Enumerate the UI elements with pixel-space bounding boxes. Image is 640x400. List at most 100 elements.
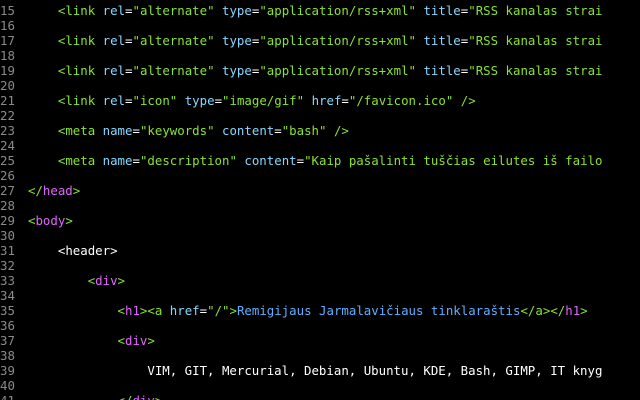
line-number: 36 [0, 318, 28, 333]
code-line[interactable]: 27 </head> [0, 183, 640, 198]
code-token-punct: = [132, 153, 140, 168]
code-text: <div> [28, 273, 125, 288]
code-text: <body> [28, 213, 73, 228]
code-token-attr: name [102, 123, 133, 138]
line-number: 18 [0, 48, 28, 63]
code-line[interactable]: 26 [0, 168, 640, 183]
code-text: </head> [28, 183, 80, 198]
code-token-string: "alternate" [132, 63, 215, 78]
code-token-string: "application/rss+xml" [259, 33, 416, 48]
code-token-link: Remigijaus Jarmalavičiaus tinklaraštis [236, 303, 521, 318]
code-line[interactable]: 20 [0, 78, 640, 93]
code-token-attr: type [222, 3, 252, 18]
line-number: 41 [0, 393, 28, 400]
line-number: 23 [0, 123, 28, 138]
code-token-tag: link [65, 3, 96, 18]
code-line[interactable]: 32 [0, 258, 640, 273]
code-line[interactable]: 31 <header> [0, 243, 640, 258]
code-line[interactable]: 15 <link rel="alternate" type="applicati… [0, 3, 640, 18]
code-text: <h1><a href="/">Remigijaus Jarmalavičiau… [28, 303, 588, 318]
line-number: 16 [0, 18, 28, 33]
code-token-tag: /> [333, 123, 349, 138]
code-line[interactable]: 29 <body> [0, 213, 640, 228]
code-line[interactable]: 21 <link rel="icon" type="image/gif" hre… [0, 93, 640, 108]
code-token-attr: rel [102, 93, 126, 108]
code-line[interactable]: 34 [0, 288, 640, 303]
code-token-attr: href [169, 303, 200, 318]
code-token-punct: = [199, 303, 208, 318]
code-token-punct: = [296, 153, 305, 168]
line-number: 30 [0, 228, 28, 243]
line-number: 35 [0, 303, 28, 318]
code-token-text: header [65, 243, 111, 258]
line-number: 26 [0, 168, 28, 183]
line-number: 33 [0, 273, 28, 288]
code-token-tag: link [65, 93, 96, 108]
code-token-string: "alternate" [132, 33, 215, 48]
code-line[interactable]: 28 [0, 198, 640, 213]
code-line[interactable]: 36 [0, 318, 640, 333]
code-token-tag: </ [520, 303, 536, 318]
line-number: 39 [0, 363, 28, 378]
code-line[interactable]: 24 [0, 138, 640, 153]
code-line[interactable]: 19 <link rel="alternate" type="applicati… [0, 63, 640, 78]
code-token-tag: > [147, 333, 155, 348]
code-token-tag: < [117, 333, 125, 348]
code-token-string: "application/rss+xml" [259, 3, 416, 18]
code-token-attr: content [244, 153, 297, 168]
code-token-string: "keywords" [139, 123, 215, 138]
code-token-string: "RSS kanalas strai [468, 63, 603, 78]
line-number: 27 [0, 183, 28, 198]
code-line[interactable]: 33 <div> [0, 273, 640, 288]
code-line[interactable]: 23 <meta name="keywords" content="bash" … [0, 123, 640, 138]
code-token-attr: name [102, 153, 133, 168]
line-number: 21 [0, 93, 28, 108]
code-line[interactable]: 30 [0, 228, 640, 243]
code-text: </div> [28, 393, 163, 400]
code-token-attr: rel [102, 33, 126, 48]
code-token-tag: meta [65, 153, 96, 168]
line-number: 31 [0, 243, 28, 258]
code-token-tag: a [535, 303, 543, 318]
code-token-tag: </ [28, 183, 43, 198]
code-line[interactable]: 35 <h1><a href="/">Remigijaus Jarmalavič… [0, 303, 640, 318]
code-line[interactable]: 16 [0, 18, 640, 33]
code-line[interactable]: 38 [0, 348, 640, 363]
code-token-text: VIM, GIT, Mercurial, Debian, Ubuntu, KDE… [147, 363, 603, 378]
code-token-tag: > [155, 393, 162, 400]
line-number: 34 [0, 288, 28, 303]
code-token-attr: title [423, 3, 461, 18]
code-line[interactable]: 40 [0, 378, 640, 393]
code-line[interactable]: 18 [0, 48, 640, 63]
code-line[interactable]: 22 [0, 108, 640, 123]
code-token-text: > [110, 243, 118, 258]
code-line[interactable]: 39 VIM, GIT, Mercurial, Debian, Ubuntu, … [0, 363, 640, 378]
line-number: 17 [0, 33, 28, 48]
code-line[interactable]: 25 <meta name="description" content="Kai… [0, 153, 640, 168]
code-token-punct: = [341, 93, 349, 108]
code-line[interactable]: 37 <div> [0, 333, 640, 348]
code-line[interactable]: 17 <link rel="alternate" type="applicati… [0, 33, 640, 48]
code-editor[interactable]: 15 <link rel="alternate" type="applicati… [0, 0, 640, 400]
code-token-string: "/favicon.ico" [348, 93, 454, 108]
code-token-attr: title [423, 63, 461, 78]
code-token-punct: = [214, 93, 223, 108]
code-line[interactable]: 41 </div> [0, 393, 640, 400]
code-token-keyword: head [42, 183, 73, 198]
line-number: 25 [0, 153, 28, 168]
